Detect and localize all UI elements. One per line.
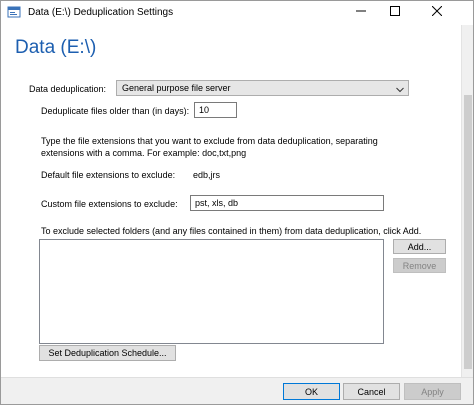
- cancel-button[interactable]: Cancel: [343, 383, 400, 400]
- custom-ext-value: pst, xls, db: [195, 198, 239, 208]
- apply-button[interactable]: Apply: [404, 383, 461, 400]
- add-folder-button[interactable]: Add...: [393, 239, 446, 254]
- settings-window-icon: [7, 5, 21, 19]
- maximize-button[interactable]: [379, 1, 411, 23]
- remove-folder-button[interactable]: Remove: [393, 258, 446, 273]
- dedup-type-label: Data deduplication:: [29, 84, 107, 94]
- settings-content: Data (E:\) Data deduplication: General p…: [1, 25, 461, 377]
- older-than-days-value: 10: [199, 105, 210, 115]
- maximize-icon: [390, 6, 400, 18]
- dialog-footer: OK Cancel Apply: [1, 377, 473, 404]
- vertical-scrollbar[interactable]: [461, 25, 473, 377]
- close-button[interactable]: [421, 1, 453, 23]
- settings-window: Data (E:\) Deduplication Settings Data (…: [0, 0, 474, 405]
- minimize-button[interactable]: [345, 1, 377, 23]
- older-than-days-input[interactable]: 10: [194, 102, 237, 118]
- title-bar[interactable]: Data (E:\) Deduplication Settings: [1, 1, 473, 25]
- scrollbar-thumb[interactable]: [464, 95, 472, 369]
- minimize-icon: [356, 6, 366, 18]
- exclude-help-line-2: extensions with a comma. For example: do…: [41, 148, 247, 158]
- folders-help-text: To exclude selected folders (and any fil…: [41, 226, 422, 236]
- chevron-down-icon: [396, 85, 404, 93]
- page-title: Data (E:\): [15, 37, 97, 58]
- set-schedule-button[interactable]: Set Deduplication Schedule...: [39, 345, 176, 361]
- custom-ext-input[interactable]: pst, xls, db: [190, 195, 384, 211]
- close-icon: [431, 5, 443, 18]
- default-ext-label: Default file extensions to exclude:: [41, 170, 176, 180]
- dedup-type-select[interactable]: General purpose file server: [116, 80, 409, 96]
- older-than-label: Deduplicate files older than (in days):: [41, 106, 190, 116]
- window-title: Data (E:\) Deduplication Settings: [28, 7, 174, 18]
- custom-ext-label: Custom file extensions to exclude:: [41, 199, 178, 209]
- default-ext-value: edb,jrs: [193, 170, 221, 180]
- dedup-type-value: General purpose file server: [122, 83, 231, 93]
- excluded-folders-list[interactable]: [39, 239, 384, 344]
- exclude-help-line-1: Type the file extensions that you want t…: [41, 136, 378, 146]
- ok-button[interactable]: OK: [283, 383, 340, 400]
